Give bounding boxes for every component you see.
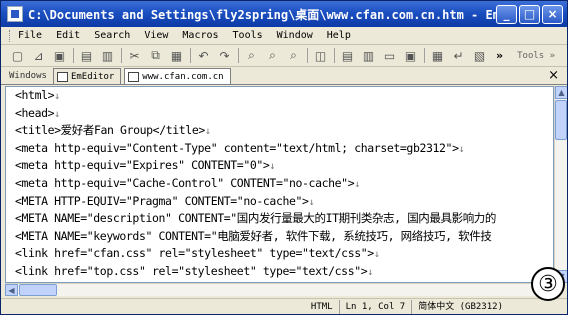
circled-number-badge: ③ (531, 267, 565, 301)
status-encoding[interactable]: 简体中文 (GB2312) (411, 300, 509, 314)
new-file-icon[interactable]: ▢ (9, 47, 26, 64)
toolbar-separator (73, 48, 74, 63)
scroll-up-arrow-icon[interactable]: ▲ (555, 86, 567, 99)
toolbar-separator (121, 48, 122, 63)
window-controls: _ □ × (496, 4, 563, 24)
menu-search[interactable]: Search (94, 30, 130, 41)
maximize-button[interactable]: □ (519, 4, 540, 24)
code-line: <meta http-equiv="Expires" CONTENT="0">↓ (15, 158, 276, 173)
scroll-left-arrow-icon[interactable]: ◀ (5, 284, 18, 296)
tab-label: www.cfan.com.cn (142, 71, 224, 82)
menu-macros[interactable]: Macros (182, 30, 218, 41)
menu-help[interactable]: Help (327, 30, 351, 41)
tab-label: EmEditor (70, 71, 115, 82)
code-line: <title>爱好者Fan Group</title>↓ (15, 123, 211, 138)
split-vertical-icon[interactable]: ▥ (360, 47, 377, 64)
text-editor[interactable]: <html>↓ <head>↓ <title>爱好者Fan Group</tit… (5, 86, 554, 283)
menu-bar: File Edit Search View Macros Tools Windo… (1, 27, 567, 45)
toolbar-separator (424, 48, 425, 63)
code-line: <META HTTP-EQUIV="Pragma" CONTENT="no-ca… (15, 193, 315, 208)
toolbar-separator (334, 48, 335, 63)
close-button[interactable]: × (542, 4, 563, 24)
eol-marker: ↓ (373, 249, 380, 261)
menu-grip (9, 29, 12, 42)
minimize-button[interactable]: _ (496, 4, 517, 24)
open-file-icon[interactable]: ⊿ (30, 47, 47, 64)
status-mode: HTML (310, 302, 333, 312)
toolbar-separator (238, 48, 239, 63)
eol-marker: ↓ (458, 143, 465, 155)
toolbar-separator (307, 48, 308, 63)
app-icon (7, 6, 23, 22)
highlight-icon[interactable]: ◫ (312, 47, 329, 64)
eol-marker: ↓ (354, 178, 360, 190)
menu-edit[interactable]: Edit (56, 30, 80, 41)
eol-marker: ↓ (367, 266, 373, 278)
windows-toolbar-label: Windows (9, 71, 47, 81)
code-line: <META NAME="description" CONTENT="国内发行量最… (15, 211, 496, 226)
editor-window: C:\Documents and Settings\fly2spring\桌面\… (0, 0, 568, 315)
code-line: <link href="cfan.css" rel="stylesheet" t… (15, 246, 380, 261)
vertical-scroll-thumb[interactable] (555, 100, 567, 140)
tab-bar: Windows EmEditor www.cfan.com.cn × (1, 67, 567, 85)
redo-icon[interactable]: ↷ (216, 47, 233, 64)
menu-view[interactable]: View (144, 30, 168, 41)
code-line: <meta http-equiv="Cache-Control" CONTENT… (15, 175, 360, 190)
code-line: <head>↓ (15, 105, 60, 120)
eol-marker: ↓ (269, 161, 276, 173)
fullscreen-icon[interactable]: ▣ (402, 47, 419, 64)
horizontal-scrollbar[interactable]: ◀ (5, 283, 554, 296)
tab-close-icon[interactable]: × (548, 68, 559, 83)
document-icon (128, 71, 140, 82)
paste-icon[interactable]: ▦ (168, 47, 185, 64)
document-icon (56, 71, 68, 82)
menu-window[interactable]: Window (277, 30, 313, 41)
split-horizontal-icon[interactable]: ▭ (381, 47, 398, 64)
menu-file[interactable]: File (18, 30, 42, 41)
title-bar[interactable]: C:\Documents and Settings\fly2spring\桌面\… (1, 1, 567, 27)
menu-tools[interactable]: Tools (233, 30, 263, 41)
window-title: C:\Documents and Settings\fly2spring\桌面\… (28, 7, 496, 22)
print-icon[interactable]: ▤ (78, 47, 95, 64)
configuration-icon[interactable]: ▦ (429, 47, 446, 64)
eol-marker: ↓ (204, 126, 211, 138)
tab-www-cfan-com-cn[interactable]: www.cfan.com.cn (124, 68, 231, 84)
print-preview-icon[interactable]: ▥ (99, 47, 116, 64)
toolbar-more-chevron-icon[interactable]: » (496, 49, 503, 62)
cut-icon[interactable]: ✂ (126, 47, 143, 64)
status-cursor-position: Ln 1, Col 7 (338, 300, 412, 314)
tab-emeditor[interactable]: EmEditor (52, 68, 122, 84)
find-icon[interactable]: ⌕ (243, 47, 260, 64)
toolbar-separator (190, 48, 191, 63)
code-line: <META NAME="keywords" CONTENT="电脑爱好者, 软件… (15, 228, 492, 243)
toolbar: ▢ ⊿ ▣ ▤ ▥ ✂ ⧉ ▦ ↶ ↷ ⌕ ⌕ ⌕ ◫ ▤ ▥ ▭ ▣ ▦ ↵ … (1, 45, 567, 67)
status-bar: HTML Ln 1, Col 7 简体中文 (GB2312) (1, 298, 567, 314)
code-line: <html>↓ (15, 88, 60, 102)
horizontal-scroll-thumb[interactable] (19, 284, 57, 296)
code-line: <meta http-equiv="Content-Type" content=… (15, 140, 465, 155)
vertical-scrollbar[interactable]: ▲ ▼ (554, 86, 567, 283)
code-line: <link href="top.css" rel="stylesheet" ty… (15, 263, 373, 278)
tools-toolbar-label[interactable]: Tools » (517, 51, 555, 61)
split-window-icon[interactable]: ▤ (339, 47, 356, 64)
eol-marker: ↓ (54, 108, 60, 120)
save-icon[interactable]: ▣ (51, 47, 68, 64)
undo-icon[interactable]: ↶ (195, 47, 212, 64)
properties-icon[interactable]: ▧ (471, 47, 488, 64)
eol-marker: ↓ (54, 91, 60, 102)
eol-marker: ↓ (308, 196, 315, 208)
wrap-icon[interactable]: ↵ (450, 47, 467, 64)
find-next-icon[interactable]: ⌕ (264, 47, 281, 64)
copy-icon[interactable]: ⧉ (147, 47, 164, 64)
find-previous-icon[interactable]: ⌕ (285, 47, 302, 64)
